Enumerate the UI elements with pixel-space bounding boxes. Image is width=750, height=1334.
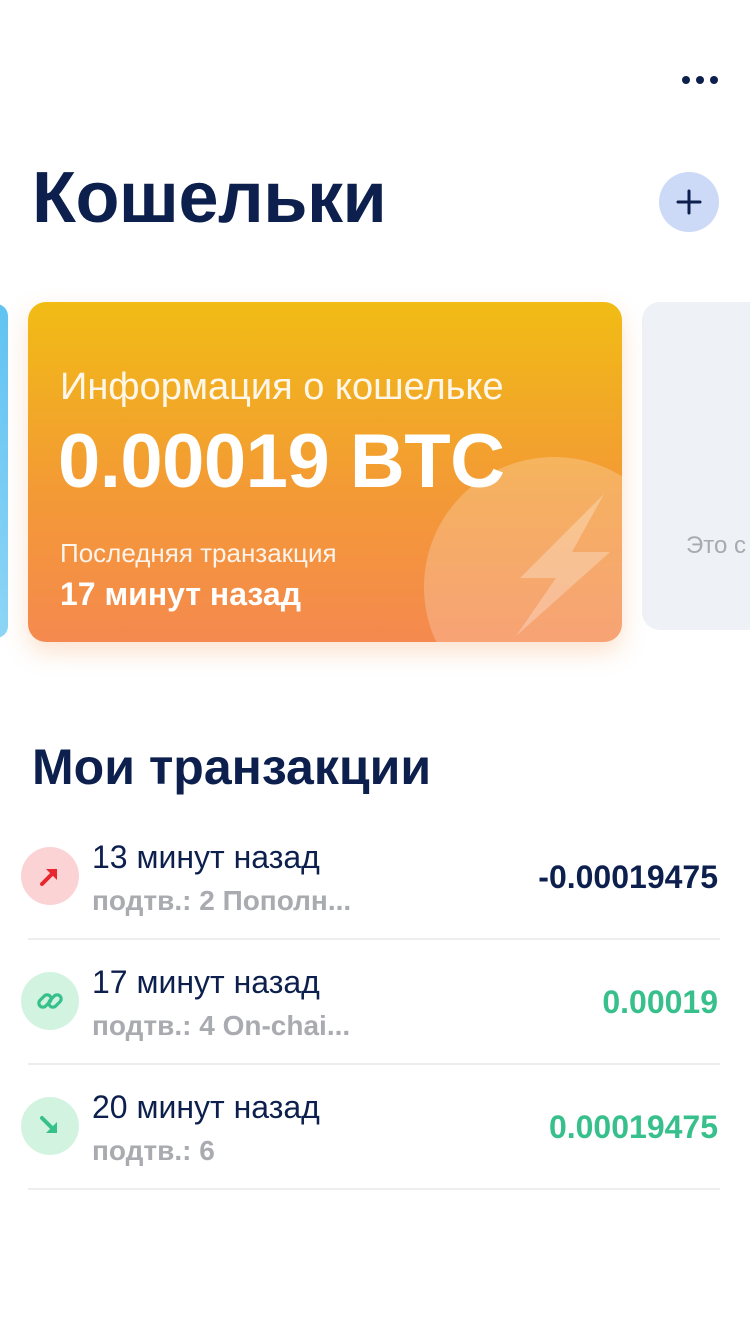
transaction-time: 20 минут назад [92,1089,320,1125]
more-dot [710,76,718,84]
arrow-up-right-icon [40,869,57,886]
wallet-card[interactable]: Информация о кошельке 0.00019 BTC Послед… [28,302,622,642]
transaction-icon [21,847,79,905]
previous-wallet-card[interactable] [0,304,8,638]
lightning-bolt-icon [516,494,610,636]
transaction-row[interactable]: 20 минут назад подтв.: 6 0.00019475 [0,1065,750,1190]
transaction-amount: 0.00019475 [548,1109,718,1145]
transactions-list: 13 минут назад подтв.: 2 Пополн... -0.00… [0,815,750,1190]
transaction-time: 17 минут назад [92,964,320,1000]
wallets-screen: Кошельки Это с Информация о кошельке 0.0… [0,0,750,1334]
transaction-memo: подтв.: 2 Пополн... [92,885,352,916]
transactions-title: Мои транзакции [32,739,432,795]
transaction-amount: 0.00019 [602,984,718,1020]
last-transaction-time: 17 минут назад [60,576,302,612]
last-transaction-label: Последняя транзакция [60,538,337,568]
transaction-icon [21,1097,79,1155]
transaction-memo: подтв.: 6 [92,1135,215,1166]
transaction-icon [21,972,79,1030]
transaction-row[interactable]: 13 минут назад подтв.: 2 Пополн... -0.00… [0,815,750,940]
more-options-button[interactable] [672,60,728,100]
next-wallet-card[interactable]: Это с [642,302,750,630]
more-horizontal-icon [682,76,690,84]
wallet-balance: 0.00019 BTC [58,419,505,504]
add-wallet-button[interactable] [659,172,719,232]
transaction-row[interactable]: 17 минут назад подтв.: 4 On-chai... 0.00… [0,940,750,1065]
wallet-label: Информация о кошельке [60,366,504,408]
page-title: Кошельки [32,158,387,238]
next-card-text: Это с [686,532,746,559]
transaction-memo: подтв.: 4 On-chai... [92,1010,351,1041]
transaction-amount: -0.00019475 [538,859,718,895]
transaction-time: 13 минут назад [92,839,320,875]
link-icon [37,993,63,1009]
plus-icon [676,189,702,215]
arrow-down-right-icon [40,1116,57,1133]
more-dot [696,76,704,84]
